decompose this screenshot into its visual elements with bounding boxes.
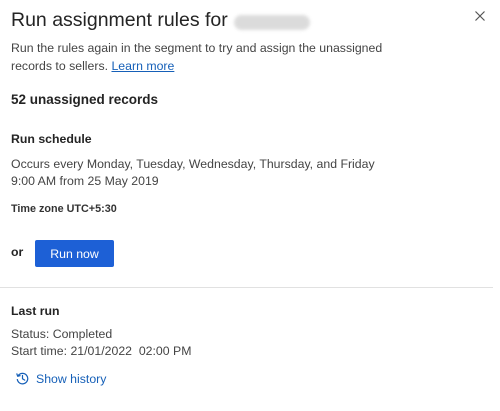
time-zone-label: Time zone UTC+5:30 [11,203,117,215]
run-schedule-heading: Run schedule [11,132,92,146]
show-history-link[interactable]: Show history [15,371,106,386]
unassigned-records-count: 52 unassigned records [11,92,159,107]
dialog-title: Run assignment rules for [11,8,228,31]
run-assignment-rules-panel: Run assignment rules for Run the rules a… [0,0,500,411]
or-label: or [11,245,24,259]
section-divider [0,287,493,288]
run-now-button[interactable]: Run now [35,240,114,267]
show-history-label: Show history [36,371,107,386]
schedule-days: Occurs every Monday, Tuesday, Wednesday,… [11,157,375,171]
dialog-description: Run the rules again in the segment to tr… [11,39,411,75]
last-run-start-time: Start time: 21/01/2022 02:00 PM [11,344,192,358]
history-icon [15,371,30,386]
schedule-time: 9:00 AM from 25 May 2019 [11,174,159,188]
redacted-segment-name [233,14,310,30]
schedule-details: Occurs every Monday, Tuesday, Wednesday,… [11,156,375,190]
description-text: Run the rules again in the segment to tr… [11,41,383,73]
last-run-status: Status: Completed [11,327,113,341]
last-run-heading: Last run [11,304,60,318]
title-row: Run assignment rules for [11,6,460,34]
close-icon[interactable] [472,8,488,24]
learn-more-link[interactable]: Learn more [111,59,174,73]
last-run-details: Status: Completed Start time: 21/01/2022… [11,326,191,360]
